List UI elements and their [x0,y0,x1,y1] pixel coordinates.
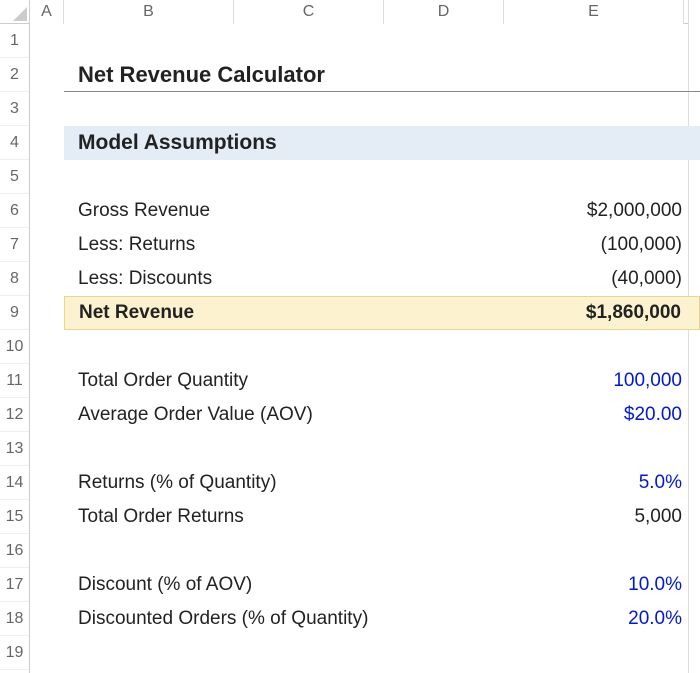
net-revenue-row: Net Revenue $1,860,000 [64,296,700,330]
total-order-qty-row: Total Order Quantity 100,000 [64,364,700,398]
aov-row: Average Order Value (AOV) $20.00 [64,398,700,432]
aov-label: Average Order Value (AOV) [78,404,624,426]
row-header-11[interactable]: 11 [0,364,29,398]
row-7[interactable]: Less: Returns (100,000) [30,228,700,262]
select-all-corner[interactable] [0,0,30,24]
discount-pct-label: Discount (% of AOV) [78,574,628,596]
row-19[interactable] [30,636,700,670]
net-revenue-label: Net Revenue [79,302,586,324]
row-header-13[interactable]: 13 [0,432,29,466]
discount-pct-row: Discount (% of AOV) 10.0% [64,568,700,602]
row-1[interactable] [30,24,700,58]
row-header-2[interactable]: 2 [0,58,29,92]
gross-revenue-row: Gross Revenue $2,000,000 [64,194,700,228]
row-14[interactable]: Returns (% of Quantity) 5.0% [30,466,700,500]
grid-area[interactable]: Net Revenue Calculator Model Assumptions… [30,24,700,673]
column-header-d[interactable]: D [384,0,504,24]
aov-value: $20.00 [624,404,682,426]
total-order-returns-value: 5,000 [634,506,682,528]
less-returns-label: Less: Returns [78,234,601,256]
row-header-4[interactable]: 4 [0,126,29,160]
less-discounts-row: Less: Discounts (40,000) [64,262,700,296]
row-header-12[interactable]: 12 [0,398,29,432]
less-discounts-label: Less: Discounts [78,268,611,290]
row-header-6[interactable]: 6 [0,194,29,228]
row-header-7[interactable]: 7 [0,228,29,262]
column-headers: ABCDE [30,0,700,24]
discount-pct-value: 10.0% [628,574,682,596]
row-header-1[interactable]: 1 [0,24,29,58]
row-12[interactable]: Average Order Value (AOV) $20.00 [30,398,700,432]
row-3[interactable] [30,92,700,126]
section-header: Model Assumptions [64,126,700,160]
row-header-8[interactable]: 8 [0,262,29,296]
select-all-triangle-icon [13,7,27,21]
spreadsheet: ABCDE 12345678910111213141516171819 Net … [0,0,700,673]
returns-pct-label: Returns (% of Quantity) [78,472,639,494]
column-header-b[interactable]: B [64,0,234,24]
row-header-14[interactable]: 14 [0,466,29,500]
row-headers: 12345678910111213141516171819 [0,24,30,673]
gross-revenue-value: $2,000,000 [587,200,682,222]
total-order-returns-label: Total Order Returns [78,506,634,528]
row-header-19[interactable]: 19 [0,636,29,670]
less-returns-value: (100,000) [601,234,682,256]
row-5[interactable] [30,160,700,194]
row-header-17[interactable]: 17 [0,568,29,602]
total-order-qty-label: Total Order Quantity [78,370,613,392]
row-header-18[interactable]: 18 [0,602,29,636]
row-header-15[interactable]: 15 [0,500,29,534]
row-11[interactable]: Total Order Quantity 100,000 [30,364,700,398]
row-header-10[interactable]: 10 [0,330,29,364]
page-title: Net Revenue Calculator [64,58,700,92]
row-2[interactable]: Net Revenue Calculator [30,58,700,92]
row-13[interactable] [30,432,700,466]
total-order-returns-row: Total Order Returns 5,000 [64,500,700,534]
discounted-orders-pct-label: Discounted Orders (% of Quantity) [78,608,628,630]
less-returns-row: Less: Returns (100,000) [64,228,700,262]
returns-pct-value: 5.0% [639,472,682,494]
row-6[interactable]: Gross Revenue $2,000,000 [30,194,700,228]
row-header-3[interactable]: 3 [0,92,29,126]
row-9[interactable]: Net Revenue $1,860,000 [30,296,700,330]
row-4[interactable]: Model Assumptions [30,126,700,160]
row-header-9[interactable]: 9 [0,296,29,330]
net-revenue-value: $1,860,000 [586,302,681,324]
title-text: Net Revenue Calculator [78,62,682,88]
discounted-orders-pct-row: Discounted Orders (% of Quantity) 20.0% [64,602,700,636]
column-header-c[interactable]: C [234,0,384,24]
row-header-16[interactable]: 16 [0,534,29,568]
column-header-e[interactable]: E [504,0,684,24]
row-16[interactable] [30,534,700,568]
row-17[interactable]: Discount (% of AOV) 10.0% [30,568,700,602]
row-18[interactable]: Discounted Orders (% of Quantity) 20.0% [30,602,700,636]
returns-pct-row: Returns (% of Quantity) 5.0% [64,466,700,500]
column-header-a[interactable]: A [30,0,64,24]
row-8[interactable]: Less: Discounts (40,000) [30,262,700,296]
row-15[interactable]: Total Order Returns 5,000 [30,500,700,534]
row-header-5[interactable]: 5 [0,160,29,194]
less-discounts-value: (40,000) [611,268,682,290]
total-order-qty-value: 100,000 [613,370,682,392]
discounted-orders-pct-value: 20.0% [628,608,682,630]
section-header-text: Model Assumptions [78,131,682,155]
row-10[interactable] [30,330,700,364]
gross-revenue-label: Gross Revenue [78,200,587,222]
